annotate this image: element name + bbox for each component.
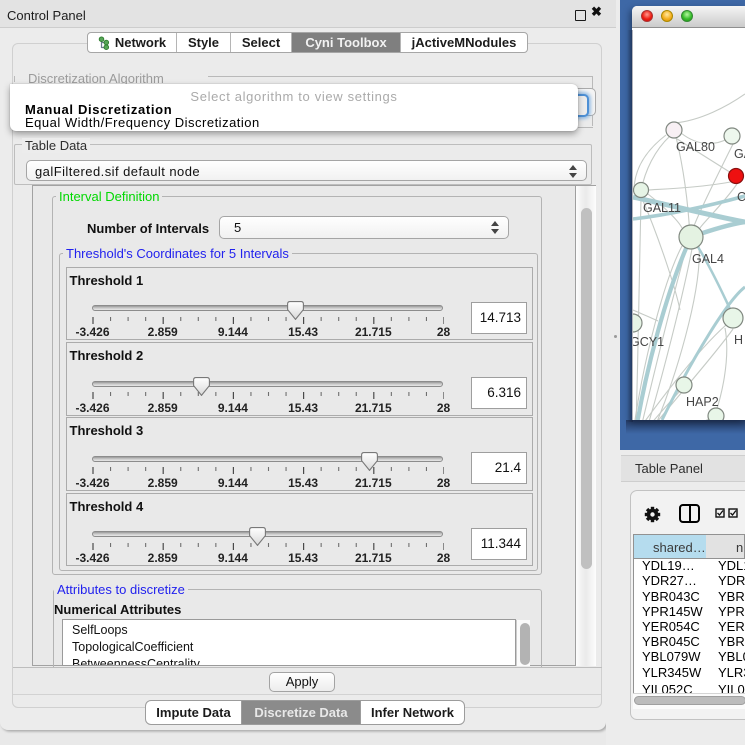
svg-text:GAL11: GAL11 [643, 201, 681, 215]
svg-text:GA: GA [734, 147, 745, 161]
svg-text:HAP2: HAP2 [686, 395, 719, 409]
svg-text:GCY1: GCY1 [633, 335, 664, 349]
svg-text:H: H [734, 333, 743, 347]
svg-text:C: C [737, 190, 745, 204]
svg-text:GAL80: GAL80 [676, 140, 715, 154]
svg-text:GAL4: GAL4 [692, 252, 724, 266]
